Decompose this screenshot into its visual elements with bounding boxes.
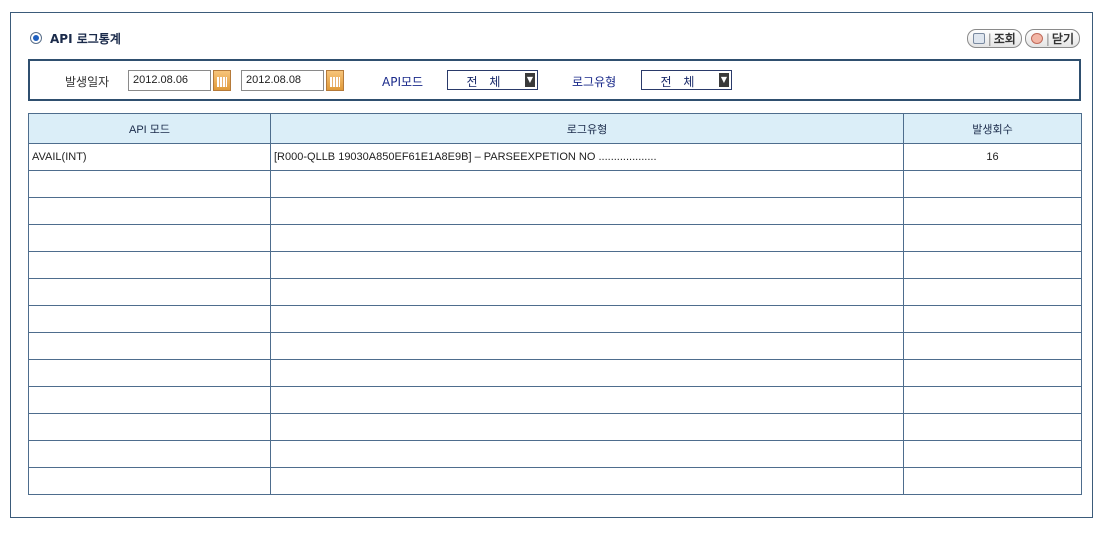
dropdown-arrow-icon: ▼ <box>525 73 535 87</box>
cell-log-type <box>270 440 904 468</box>
table-row[interactable] <box>28 413 1082 441</box>
date-from-input[interactable]: 2012.08.06 <box>128 70 211 91</box>
close-icon <box>1030 33 1043 44</box>
close-button-label: 닫기 <box>1051 32 1074 46</box>
cell-count: 16 <box>903 143 1082 171</box>
log-type-label: 로그유형 <box>572 75 617 89</box>
top-button-group: | 조회 | 닫기 <box>966 29 1080 48</box>
cell-log-type <box>270 467 904 495</box>
page-title: API 로그통계 <box>50 31 121 46</box>
log-stats-table: API 모드 로그유형 발생회수 AVAIL(INT) [R000-QLLB 19… <box>28 113 1082 495</box>
cell-api-mode <box>28 224 271 252</box>
table-row[interactable]: AVAIL(INT) [R000-QLLB 19030A850EF61E1A8E9… <box>28 143 1082 171</box>
cell-api-mode <box>28 413 271 441</box>
table-row[interactable] <box>28 278 1082 306</box>
search-button-label: 조회 <box>993 32 1016 46</box>
cell-api-mode <box>28 386 271 414</box>
close-button[interactable]: | 닫기 <box>1024 29 1080 48</box>
table-row[interactable] <box>28 386 1082 414</box>
column-header-count[interactable]: 발생회수 <box>903 113 1082 144</box>
cell-log-type <box>270 251 904 279</box>
table-row[interactable] <box>28 467 1082 495</box>
cell-log-type: [R000-QLLB 19030A850EF61E1A8E9B] – PARSE… <box>270 143 904 171</box>
log-type-select[interactable]: 전 체 ▼ <box>641 70 732 90</box>
button-separator: | <box>1045 31 1050 46</box>
cell-count <box>903 278 1082 306</box>
cell-count <box>903 386 1082 414</box>
cell-api-mode <box>28 251 271 279</box>
column-header-api-mode[interactable]: API 모드 <box>28 113 271 144</box>
cell-count <box>903 467 1082 495</box>
table-row[interactable] <box>28 332 1082 360</box>
cell-count <box>903 413 1082 441</box>
cell-api-mode <box>28 197 271 225</box>
search-button[interactable]: | 조회 <box>966 29 1022 48</box>
cell-api-mode <box>28 359 271 387</box>
cell-count <box>903 224 1082 252</box>
cell-log-type <box>270 305 904 333</box>
cell-log-type <box>270 332 904 360</box>
cell-log-type <box>270 224 904 252</box>
cell-log-type <box>270 413 904 441</box>
api-mode-select[interactable]: 전 체 ▼ <box>447 70 538 90</box>
button-separator: | <box>987 31 992 46</box>
radio-bullet-icon <box>30 32 42 44</box>
table-row[interactable] <box>28 170 1082 198</box>
table-row[interactable] <box>28 359 1082 387</box>
cell-count <box>903 305 1082 333</box>
cell-count <box>903 170 1082 198</box>
cell-log-type <box>270 197 904 225</box>
column-header-log-type[interactable]: 로그유형 <box>270 113 904 144</box>
table-row[interactable] <box>28 251 1082 279</box>
api-mode-value: 전 체 <box>466 75 505 89</box>
cell-api-mode <box>28 305 271 333</box>
date-to-input[interactable]: 2012.08.08 <box>241 70 324 91</box>
cell-api-mode: AVAIL(INT) <box>28 143 271 171</box>
cell-api-mode <box>28 170 271 198</box>
cell-count <box>903 251 1082 279</box>
cell-log-type <box>270 278 904 306</box>
table-row[interactable] <box>28 197 1082 225</box>
cell-api-mode <box>28 440 271 468</box>
cell-log-type <box>270 170 904 198</box>
table-row[interactable] <box>28 224 1082 252</box>
cell-api-mode <box>28 278 271 306</box>
cell-api-mode <box>28 467 271 495</box>
cell-count <box>903 197 1082 225</box>
date-label: 발생일자 <box>65 75 110 89</box>
cell-log-type <box>270 386 904 414</box>
cell-count <box>903 440 1082 468</box>
filter-bar: 발생일자 2012.08.06 2012.08.08 API모드 전 체 ▼ 로… <box>28 59 1081 101</box>
table-header-row: API 모드 로그유형 발생회수 <box>28 113 1082 144</box>
page-title-area: API 로그통계 <box>30 29 121 47</box>
table-row[interactable] <box>28 305 1082 333</box>
dropdown-arrow-icon: ▼ <box>719 73 729 87</box>
cell-api-mode <box>28 332 271 360</box>
api-mode-label: API모드 <box>382 75 424 89</box>
cell-count <box>903 332 1082 360</box>
log-type-value: 전 체 <box>660 75 699 89</box>
calendar-icon[interactable] <box>213 70 231 91</box>
table-row[interactable] <box>28 440 1082 468</box>
cell-count <box>903 359 1082 387</box>
cell-log-type <box>270 359 904 387</box>
calendar-icon[interactable] <box>326 70 344 91</box>
document-search-icon <box>972 33 985 44</box>
